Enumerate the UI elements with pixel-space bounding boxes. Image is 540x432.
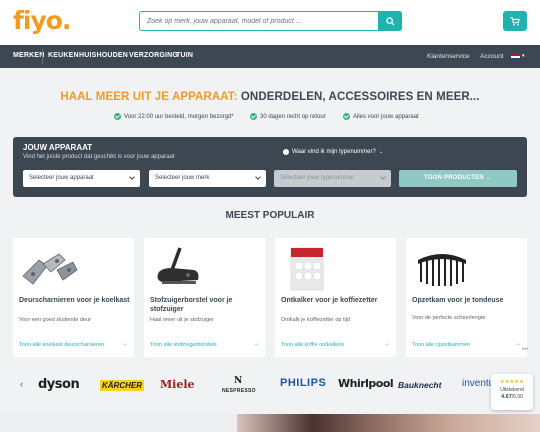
product-card[interactable]: Ontkalker voor je koffiezetter Ontkalk j… xyxy=(275,238,396,357)
chevron-down-icon xyxy=(255,174,261,180)
brand-logo-whirlpool[interactable]: Whirlpool xyxy=(338,377,394,390)
brand-logo-bauknecht[interactable]: Bauknecht xyxy=(398,380,441,390)
door-hinge-image xyxy=(22,253,78,285)
rating-score: 4.67/5.00 xyxy=(491,394,533,400)
nav-item-huishouden[interactable]: HUISHOUDEN xyxy=(79,52,128,59)
usp-label: Alles voor jouw apparaat xyxy=(353,113,419,120)
check-icon xyxy=(250,113,257,120)
section-title: MEEST POPULAIR xyxy=(225,210,315,221)
product-card[interactable]: Deurscharnieren voor je koelkast Voor ee… xyxy=(13,238,134,357)
descaler-tablets-image xyxy=(290,247,324,291)
info-icon xyxy=(283,149,289,155)
card-title: Stofzuigerborstel voor je stofzuiger xyxy=(150,297,233,313)
page: fiyo. MERKEN KEUKEN HUISHOUDEN VERZORGIN… xyxy=(0,0,540,432)
hero-headline: HAAL MEER UIT JE APPARAAT: ONDERDELEN, A… xyxy=(0,91,540,103)
card-title: Deurscharnieren voor je koelkast xyxy=(19,297,130,304)
arrow-right-icon[interactable]: → xyxy=(515,341,521,347)
nespresso-mark-icon: N xyxy=(234,376,243,386)
card-description: Haal meer uit je stofzuiger xyxy=(150,317,214,323)
show-products-button[interactable]: TOON PRODUCTEN → xyxy=(399,170,517,187)
type-number-help-link[interactable]: Waar vind ik mijn typenummer? ⌄ xyxy=(283,149,383,155)
chevron-down-icon: ⌄ xyxy=(378,149,384,155)
brand-logo-miele[interactable]: Miele xyxy=(160,378,195,391)
card-link[interactable]: Toon alle koffie ontkalkers xyxy=(281,342,344,348)
rating-value: 4.67 xyxy=(501,394,512,400)
rating-stars: ★★★★★ xyxy=(500,379,524,385)
nav-divider xyxy=(42,49,43,64)
clipper-comb-image xyxy=(418,254,466,286)
brand-select[interactable]: Selecteer jouw merk xyxy=(149,170,266,187)
nav-item-tuin[interactable]: TUIN xyxy=(176,52,193,59)
banner-photo xyxy=(237,414,540,432)
rating-widget[interactable]: ★★★★★ Uitstekend 4.67/5.00 xyxy=(491,374,533,410)
account-link[interactable]: Account xyxy=(480,53,504,60)
type-number-select[interactable]: Selecteer jouw typenummer xyxy=(274,170,391,187)
main-nav: MERKEN KEUKEN HUISHOUDEN VERZORGING TUIN… xyxy=(0,45,540,68)
nav-item-keuken[interactable]: KEUKEN xyxy=(48,52,79,59)
brand-logo-dyson[interactable]: dyson xyxy=(38,377,80,392)
card-description: Ontkalk je koffiezetter op tijd xyxy=(281,317,350,323)
top-header: fiyo. xyxy=(0,0,540,45)
card-description: Voor een goed sluitende deur xyxy=(19,317,91,323)
usp-label: Voor 22:00 uur besteld, morgen bezorgd* xyxy=(124,113,234,120)
device-select-value: Selecteer jouw apparaat xyxy=(29,175,94,181)
arrow-right-icon[interactable]: → xyxy=(122,341,128,347)
brand-select-value: Selecteer jouw merk xyxy=(155,175,210,181)
chevron-down-icon xyxy=(380,174,386,180)
search-button[interactable] xyxy=(378,11,402,31)
brand-logo-nespresso[interactable]: NESPRESSO xyxy=(222,388,256,394)
headline-rest: ONDERDELEN, ACCESSOIRES EN MEER... xyxy=(237,91,480,103)
nav-item-merken[interactable]: MERKEN xyxy=(13,52,45,59)
usp-label: 30 dagen recht op retour xyxy=(260,113,326,120)
chevron-down-icon xyxy=(129,174,135,180)
card-link[interactable]: Toon alle koelkast deurscharnieren xyxy=(19,342,104,348)
card-description: Voor de perfecte scheerlengte xyxy=(412,315,486,321)
usp-item: 30 dagen recht op retour xyxy=(250,113,326,120)
arrow-right-icon[interactable]: → xyxy=(253,341,259,347)
rating-label: Uitstekend xyxy=(500,387,524,393)
usp-list: Voor 22:00 uur besteld, morgen bezorgd* … xyxy=(0,113,540,123)
product-card[interactable]: Stofzuigerborstel voor je stofzuiger Haa… xyxy=(144,238,265,357)
device-finder: JOUW APPARAAT Vind het juiste product da… xyxy=(13,137,527,197)
card-title: Opzetkam voor je tondeuse xyxy=(412,297,504,304)
cart-button[interactable] xyxy=(503,11,527,31)
chevron-down-icon[interactable]: ▾ xyxy=(522,53,525,59)
nav-item-verzorging[interactable]: VERZORGING xyxy=(129,52,178,59)
product-card[interactable]: Opzetkam voor je tondeuse Voor de perfec… xyxy=(406,238,527,357)
cart-icon xyxy=(510,16,520,26)
type-select-value: Selecteer jouw typenummer xyxy=(280,175,355,181)
card-link[interactable]: Toon alle stofzuigerborstels xyxy=(150,342,217,348)
hero-banner xyxy=(0,414,540,432)
brand-logo-karcher[interactable]: KÄRCHER xyxy=(100,380,144,391)
brand-logo-philips[interactable]: PHILIPS xyxy=(280,377,326,389)
device-select[interactable]: Selecteer jouw apparaat xyxy=(23,170,140,187)
check-icon xyxy=(343,113,350,120)
card-link[interactable]: Toon alle opzetkammen xyxy=(412,342,470,348)
customer-service-link[interactable]: Klantenservice xyxy=(427,53,470,60)
search-input[interactable] xyxy=(140,12,380,30)
fiyo-logo[interactable]: fiyo. xyxy=(13,6,71,35)
dutch-flag-icon[interactable] xyxy=(511,54,520,60)
carousel-dots[interactable]: ••• xyxy=(522,347,528,353)
rating-scale: /5.00 xyxy=(511,394,523,400)
usp-item: Alles voor jouw apparaat xyxy=(343,113,419,120)
chevron-left-icon[interactable]: ‹ xyxy=(20,379,23,389)
search-icon xyxy=(385,16,395,26)
usp-item: Voor 22:00 uur besteld, morgen bezorgd* xyxy=(114,113,234,120)
finder-title: JOUW APPARAAT xyxy=(23,143,93,152)
arrow-right-icon[interactable]: → xyxy=(384,341,390,347)
headline-accent: HAAL MEER UIT JE APPARAAT: xyxy=(60,91,238,103)
check-icon xyxy=(114,113,121,120)
vacuum-brush-image xyxy=(157,247,199,284)
search-bar xyxy=(139,11,402,31)
brand-carousel: ‹ dyson KÄRCHER Miele N NESPRESSO PHILIP… xyxy=(0,372,540,402)
finder-subtitle: Vind het juiste product dat geschikt is … xyxy=(23,154,175,160)
card-title: Ontkalker voor je koffiezetter xyxy=(281,297,378,304)
help-label: Waar vind ik mijn typenummer? xyxy=(292,149,376,155)
